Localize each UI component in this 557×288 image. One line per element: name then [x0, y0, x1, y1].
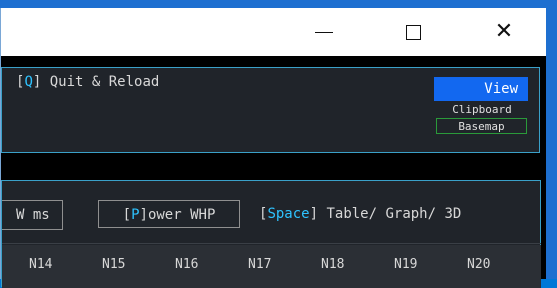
minimize-button[interactable] [294, 8, 354, 56]
quit-reload-label: Quit & Reload [41, 74, 160, 90]
basemap-option[interactable]: Basemap [436, 118, 527, 134]
column-header[interactable]: N15 [102, 257, 125, 272]
minimize-icon [315, 31, 333, 33]
column-header[interactable]: N20 [467, 257, 490, 272]
title-bar: ✕ [1, 8, 546, 56]
close-icon: ✕ [494, 19, 514, 44]
column-header-row: N14 N15 N16 N17 N18 N19 N20 [2, 245, 541, 288]
app-window: ✕ [Q] Quit & Reload View Clipboard Basem… [0, 8, 546, 288]
maximize-icon [405, 24, 421, 40]
column-header[interactable]: N14 [29, 257, 52, 272]
column-header[interactable]: N17 [248, 257, 271, 272]
view-mode-hint[interactable]: [Space] Table/ Graph/ 3D [259, 200, 461, 228]
close-button[interactable]: ✕ [474, 8, 534, 56]
column-header[interactable]: N16 [175, 257, 198, 272]
view-label: View [484, 81, 518, 97]
view-button[interactable]: View [434, 77, 528, 101]
maximize-button[interactable] [383, 8, 443, 56]
power-key: P [131, 207, 140, 223]
divider [2, 243, 541, 244]
top-panel: [Q] Quit & Reload View Clipboard Basemap [1, 67, 540, 153]
column-header[interactable]: N19 [394, 257, 417, 272]
wms-button[interactable]: W ms [2, 200, 63, 230]
table-panel: W ms [P]ower WHP [Space] Table/ Graph/ 3… [1, 180, 541, 288]
clipboard-option[interactable]: Clipboard [435, 103, 529, 117]
view-mode-label: Table/ Graph/ 3D [318, 206, 462, 222]
quit-key: Q [24, 74, 33, 90]
column-header[interactable]: N18 [321, 257, 344, 272]
power-label: ower WHP [147, 207, 216, 223]
power-whp-button[interactable]: [P]ower WHP [98, 200, 240, 228]
space-key: Space [267, 206, 310, 222]
quit-reload-hint[interactable]: [Q] Quit & Reload [16, 74, 159, 90]
